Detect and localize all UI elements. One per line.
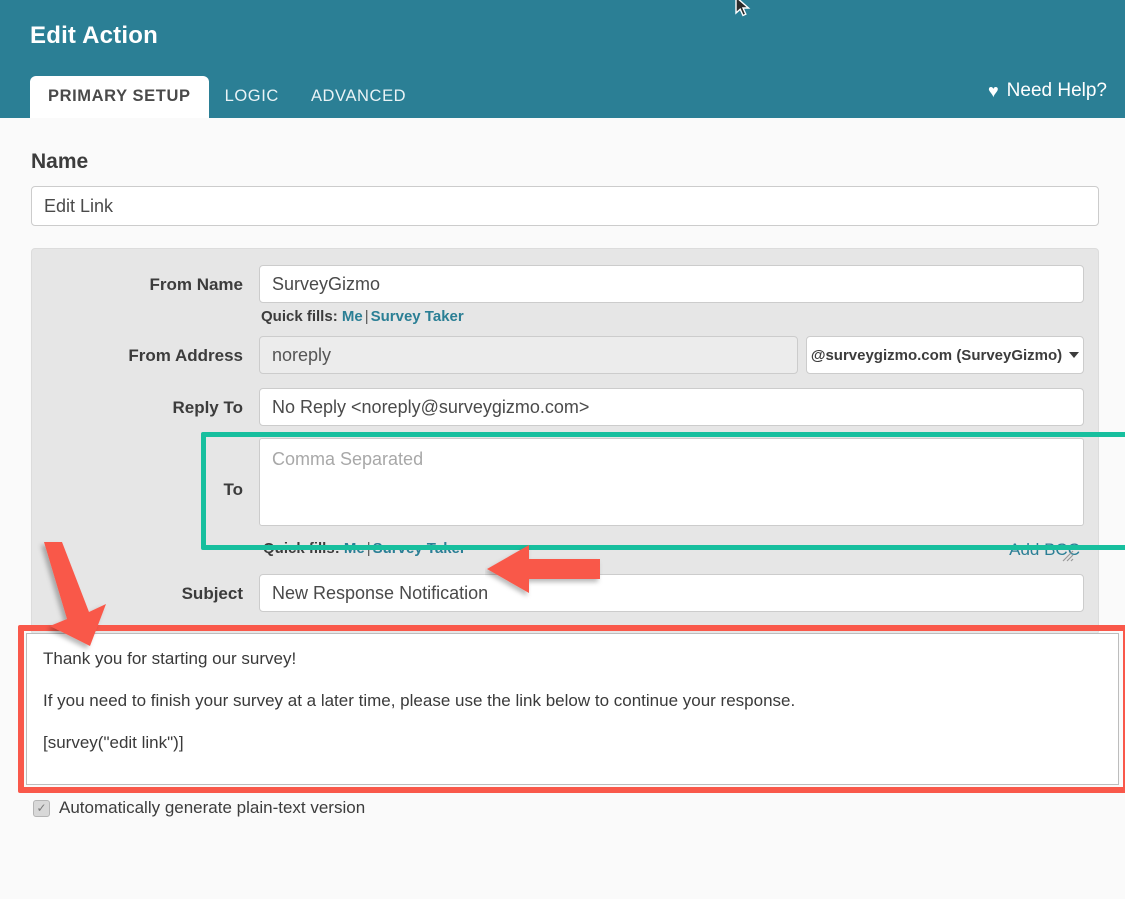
to-input[interactable] [259,438,1084,526]
name-label: Name [31,150,1107,174]
from-name-label: From Name [46,265,259,295]
reply-to-input[interactable] [259,388,1084,426]
message-line-1: Thank you for starting our survey! [43,648,1102,670]
page-header: Edit Action ♥ Need Help? PRIMARY SETUP L… [0,0,1125,118]
from-address-input[interactable] [259,336,798,374]
page-title: Edit Action [30,22,158,50]
tab-logic[interactable]: LOGIC [209,76,295,118]
plain-text-checkbox[interactable]: ✓ [33,800,50,817]
quick-fill-separator: | [363,308,371,325]
subject-row: Subject [46,574,1084,612]
checkmark-icon: ✓ [36,801,46,815]
mouse-pointer-icon [734,0,754,20]
to-quick-fill-survey-taker-link[interactable]: Survey Taker [373,540,466,557]
from-address-label: From Address [46,336,259,366]
subject-input[interactable] [259,574,1084,612]
to-label: To [46,438,259,500]
from-address-domain-value: @surveygizmo.com (SurveyGizmo) [811,347,1062,364]
need-help-link[interactable]: ♥ Need Help? [988,80,1107,102]
tab-bar: PRIMARY SETUP LOGIC ADVANCED [30,76,422,118]
from-name-quick-fills: Quick fills: Me|Survey Taker [259,303,1084,332]
message-body-wrap: Thank you for starting our survey! If yo… [18,633,1107,803]
edit-action-page: Edit Action ♥ Need Help? PRIMARY SETUP L… [0,0,1125,899]
plain-text-row: ✓ Automatically generate plain-text vers… [33,798,365,818]
need-help-label: Need Help? [1007,80,1107,102]
email-settings-panel: From Name Quick fills: Me|Survey Taker F… [31,248,1099,635]
message-line-3: [survey("edit link")] [43,732,1102,754]
message-line-2: If you need to finish your survey at a l… [43,690,1102,712]
name-input[interactable] [31,186,1099,226]
quick-fills-prefix: Quick fills: [261,308,338,325]
to-row: To Quick fills: Me|Survey Taker Add BCC [46,438,1084,566]
tab-advanced[interactable]: ADVANCED [295,76,422,118]
add-bcc-link[interactable]: Add BCC [1009,540,1084,560]
to-quick-fill-separator: | [365,540,373,557]
quick-fill-survey-taker-link[interactable]: Survey Taker [371,308,464,325]
message-body-editor[interactable]: Thank you for starting our survey! If yo… [26,633,1119,785]
reply-to-row: Reply To [46,388,1084,426]
from-address-row: From Address @surveygizmo.com (SurveyGiz… [46,336,1084,374]
subject-label: Subject [46,574,259,604]
heart-icon: ♥ [988,82,999,100]
from-name-row: From Name Quick fills: Me|Survey Taker [46,265,1084,332]
to-footer: Quick fills: Me|Survey Taker Add BCC [259,531,1084,566]
chevron-down-icon [1069,352,1079,358]
to-quick-fill-me-link[interactable]: Me [344,540,365,557]
tab-primary-setup[interactable]: PRIMARY SETUP [30,76,209,118]
reply-to-label: Reply To [46,388,259,418]
form-content: Name From Name Quick fills: Me|Survey Ta… [0,150,1125,899]
plain-text-label: Automatically generate plain-text versio… [59,798,365,818]
quick-fill-me-link[interactable]: Me [342,308,363,325]
to-quick-fills: Quick fills: Me|Survey Taker [261,535,466,564]
from-address-domain-select[interactable]: @surveygizmo.com (SurveyGizmo) [806,336,1084,374]
to-quick-fills-prefix: Quick fills: [263,540,340,557]
from-name-input[interactable] [259,265,1084,303]
